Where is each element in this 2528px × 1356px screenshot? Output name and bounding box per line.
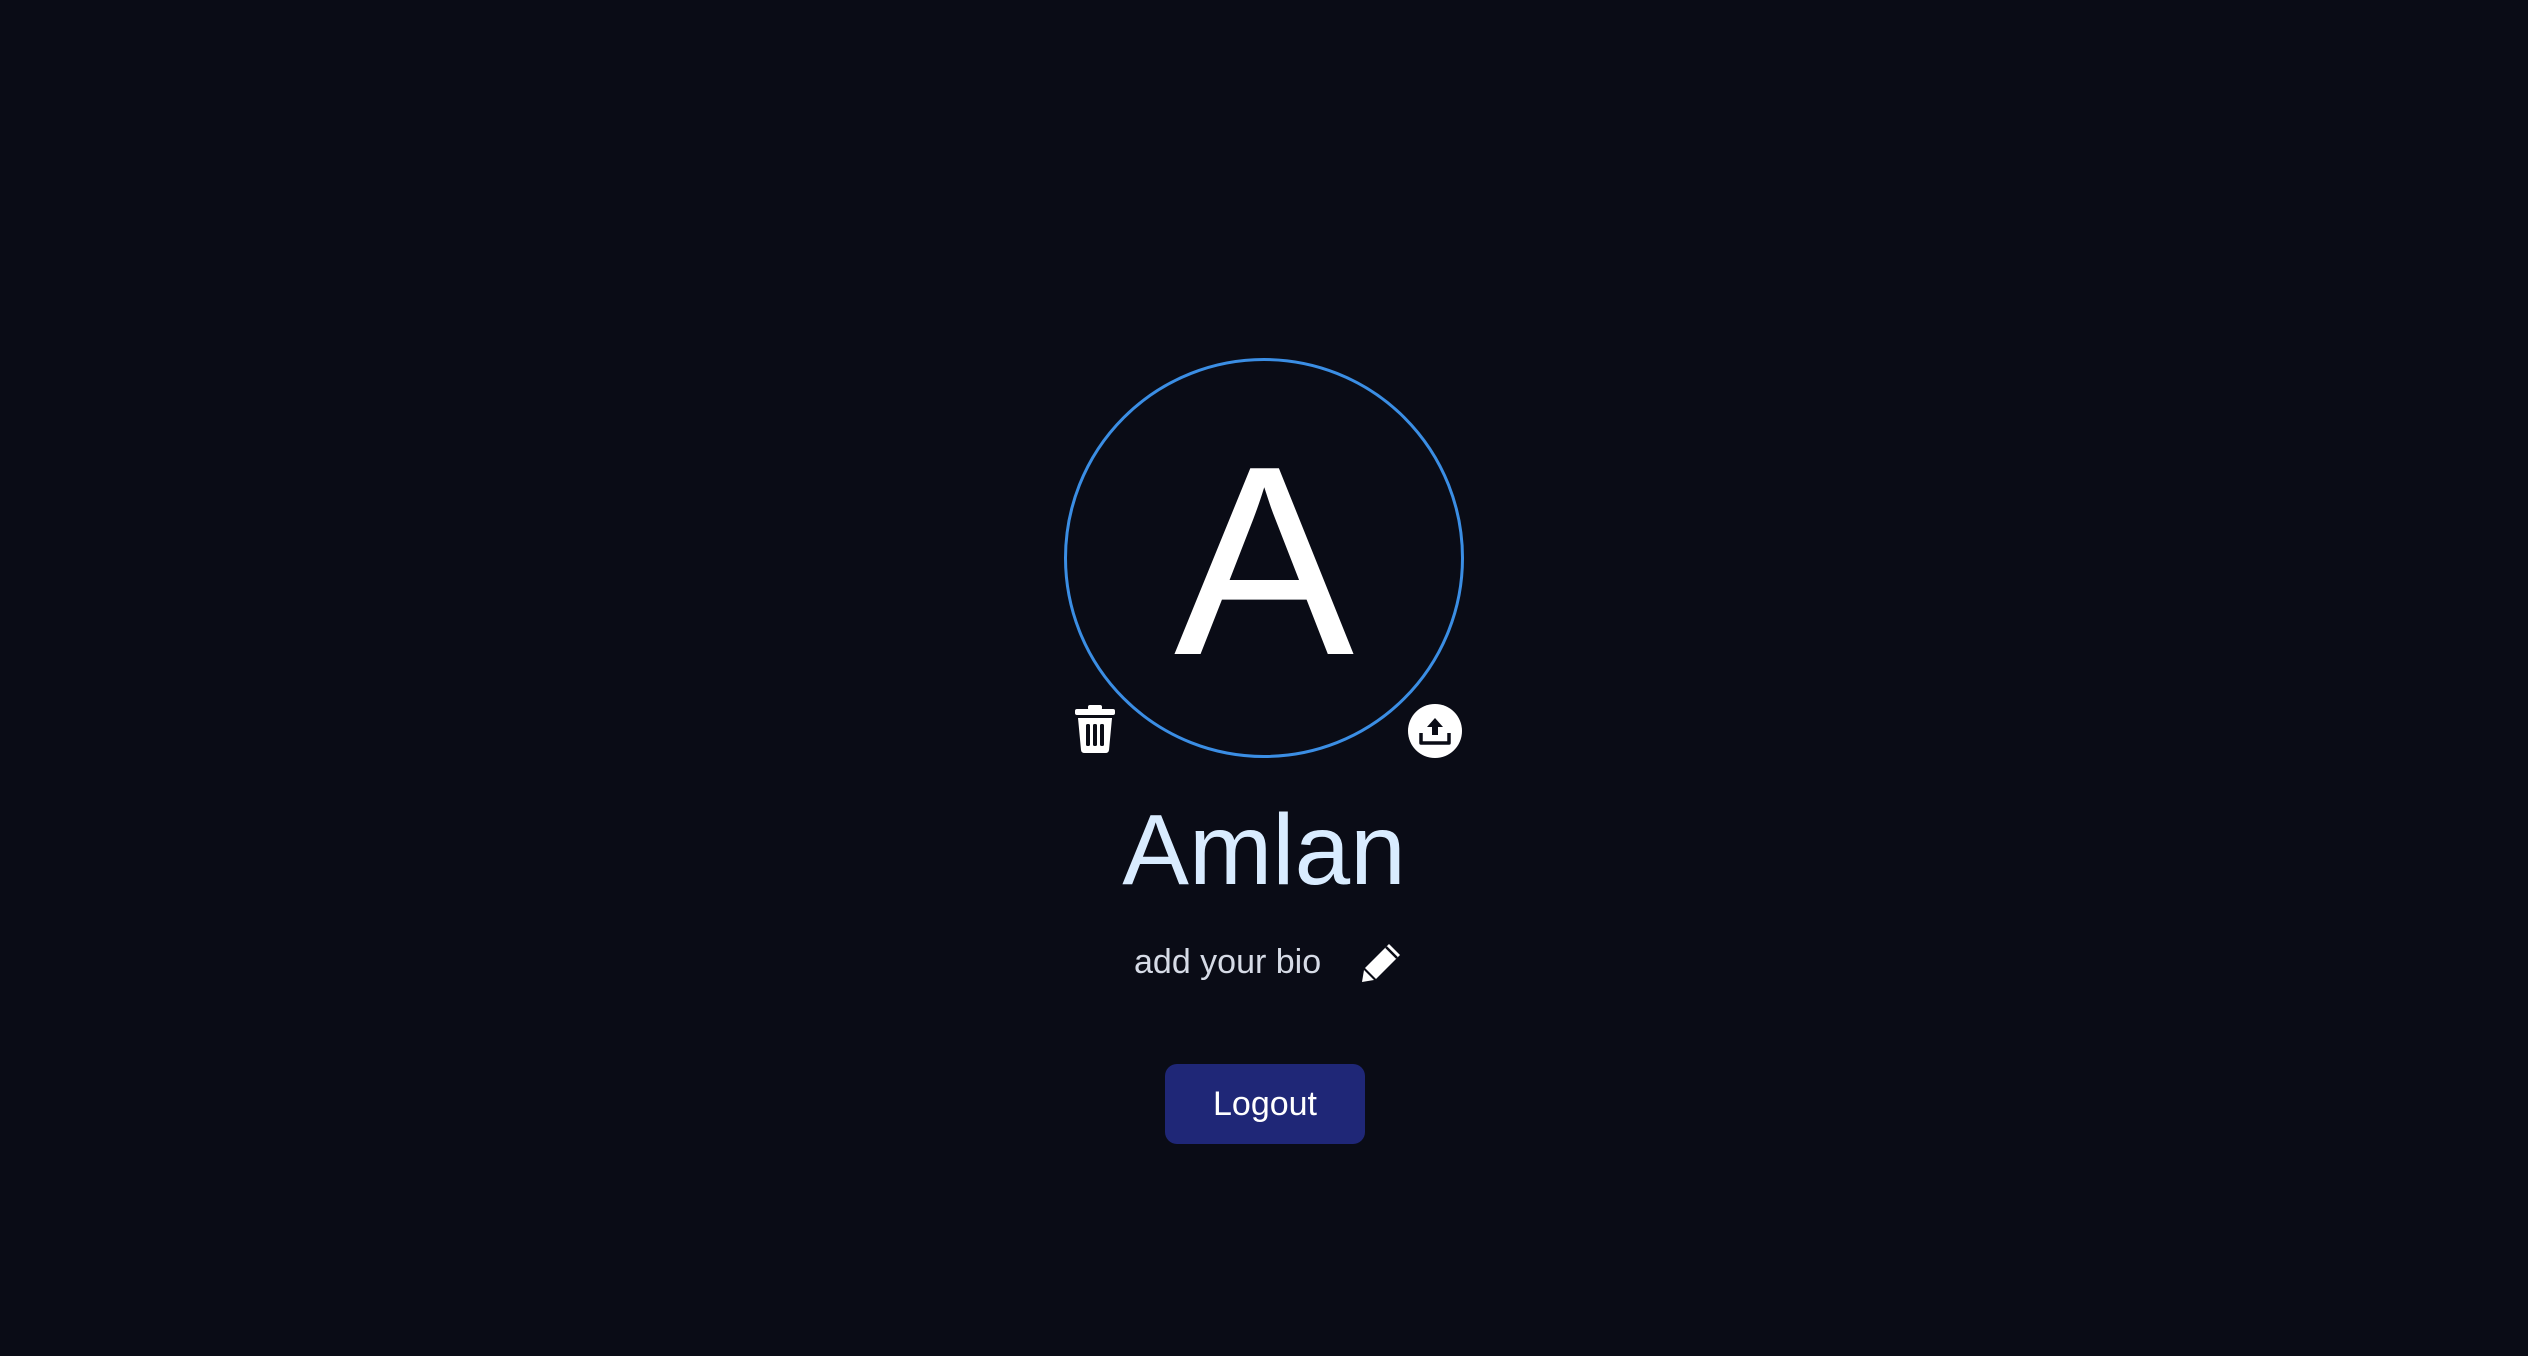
avatar-container: A xyxy=(1064,358,1464,758)
profile-name: Amlan xyxy=(1122,794,1406,906)
upload-avatar-button[interactable] xyxy=(1408,704,1462,758)
trash-icon xyxy=(1075,705,1115,753)
delete-avatar-button[interactable] xyxy=(1070,702,1120,756)
edit-bio-button[interactable] xyxy=(1359,939,1405,985)
avatar[interactable]: A xyxy=(1064,358,1464,758)
bio-row: add your bio xyxy=(1134,936,1405,988)
upload-icon xyxy=(1419,718,1451,745)
pencil-icon xyxy=(1362,944,1401,982)
logout-button[interactable]: Logout xyxy=(1165,1064,1365,1144)
profile-page: A Amlan add your bio Logout xyxy=(0,0,2528,1356)
avatar-initial: A xyxy=(1173,411,1355,712)
bio-text[interactable]: add your bio xyxy=(1134,943,1321,982)
